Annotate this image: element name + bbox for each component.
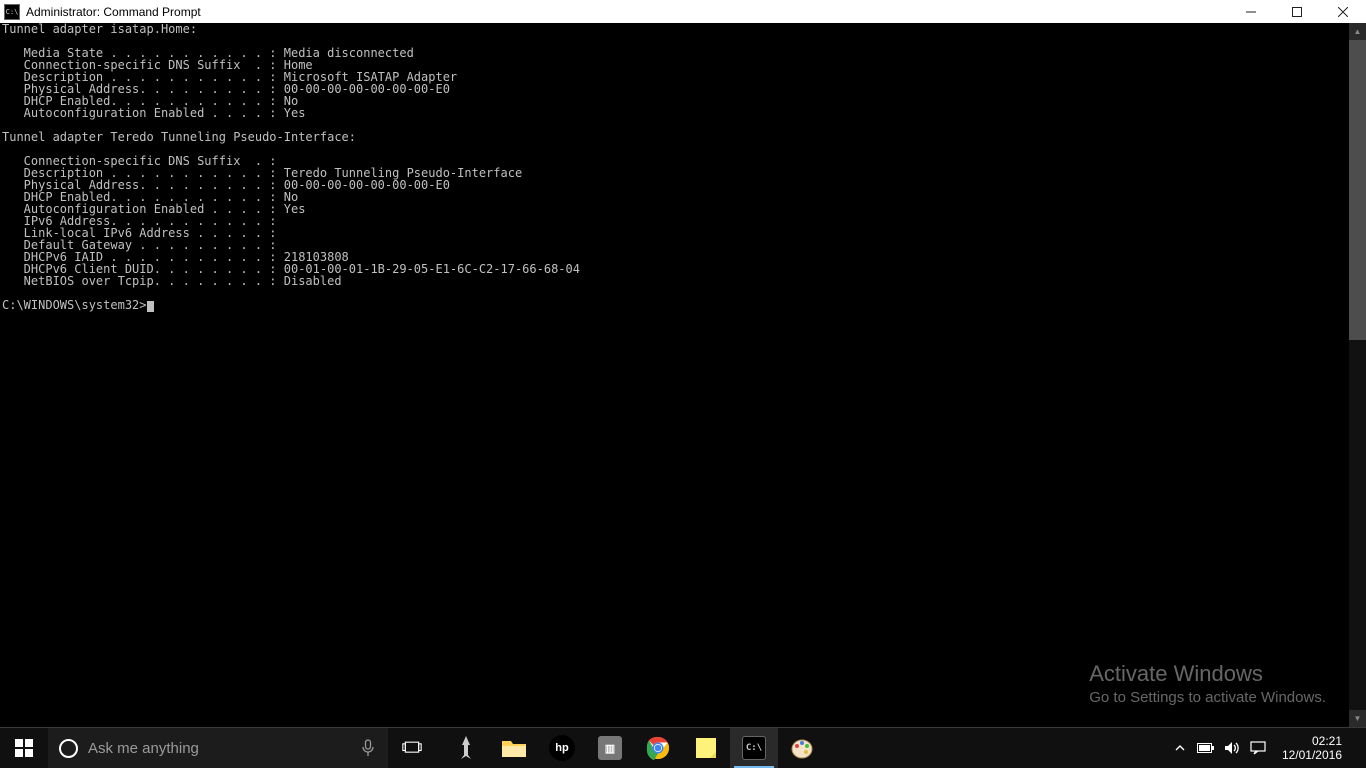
minimize-button[interactable] [1228, 0, 1274, 23]
scrollbar-thumb[interactable] [1349, 40, 1366, 340]
clock-date: 12/01/2016 [1282, 748, 1342, 762]
titlebar[interactable]: C:\ Administrator: Command Prompt [0, 0, 1366, 23]
taskbar-app-hp[interactable]: hp [538, 728, 586, 768]
maximize-button[interactable] [1274, 0, 1320, 23]
scrollbar-track[interactable] [1349, 40, 1366, 710]
taskbar-app-file-explorer[interactable] [490, 728, 538, 768]
taskbar-app-chrome[interactable] [634, 728, 682, 768]
taskbar-app-sticky-notes[interactable] [682, 728, 730, 768]
search-box[interactable]: Ask me anything [48, 728, 388, 768]
taskbar-app-command-prompt[interactable]: C:\ [730, 728, 778, 768]
window-title: Administrator: Command Prompt [26, 5, 201, 19]
command-prompt-icon-label: C:\ [6, 8, 19, 16]
action-center-icon[interactable] [1248, 728, 1268, 768]
terminal-output[interactable]: Tunnel adapter isatap.Home: Media State … [0, 23, 1349, 727]
taskbar-clock[interactable]: 02:21 12/01/2016 [1274, 734, 1350, 762]
task-view-button[interactable] [388, 728, 436, 768]
taskbar-app-paint[interactable] [778, 728, 826, 768]
battery-icon[interactable] [1196, 728, 1216, 768]
terminal-cursor [147, 301, 154, 312]
system-tray: 02:21 12/01/2016 [1166, 728, 1366, 768]
vertical-scrollbar[interactable]: ▲ ▼ [1349, 23, 1366, 727]
tray-overflow-icon[interactable] [1170, 728, 1190, 768]
close-button[interactable] [1320, 0, 1366, 23]
volume-icon[interactable] [1222, 728, 1242, 768]
taskbar-app-skyrim[interactable] [442, 728, 490, 768]
scroll-down-button[interactable]: ▼ [1349, 710, 1366, 727]
command-prompt-icon: C:\ [4, 4, 20, 20]
taskbar-app-fences[interactable]: ▥ [586, 728, 634, 768]
microphone-icon[interactable] [348, 739, 388, 757]
cortana-icon [48, 739, 88, 758]
clock-time: 02:21 [1312, 734, 1342, 748]
start-button[interactable] [0, 728, 48, 768]
search-placeholder: Ask me anything [88, 740, 348, 757]
command-prompt-window: C:\ Administrator: Command Prompt Tunnel… [0, 0, 1366, 728]
taskbar: Ask me anything hp ▥ [0, 728, 1366, 768]
scroll-up-button[interactable]: ▲ [1349, 23, 1366, 40]
